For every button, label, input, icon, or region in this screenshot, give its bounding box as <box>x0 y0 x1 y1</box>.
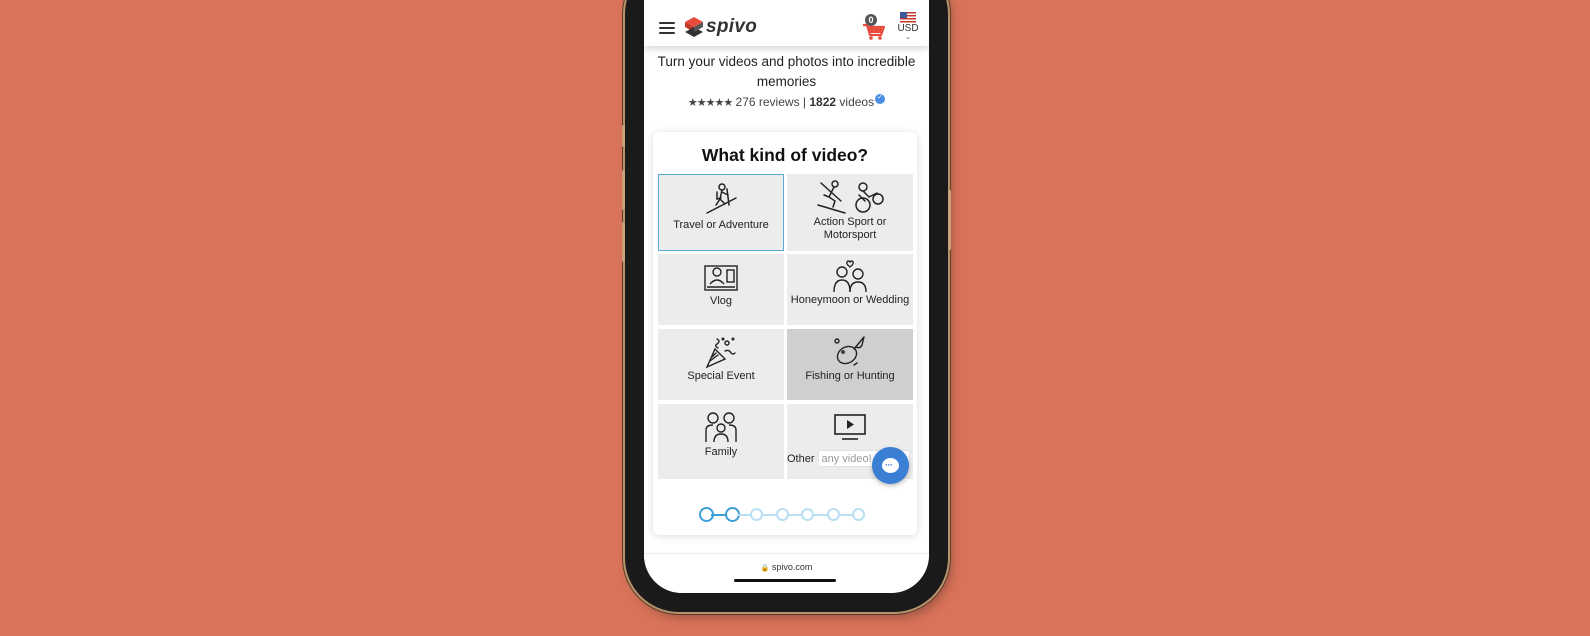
couple-icon <box>833 260 867 293</box>
reviews-count[interactable]: 276 reviews <box>736 95 800 109</box>
hero-tagline: Turn your videos and photos into incredi… <box>657 54 916 89</box>
party-popper-icon <box>705 337 736 369</box>
option-label: Fishing or Hunting <box>805 370 895 382</box>
us-flag-icon <box>900 12 916 23</box>
browser-viewport: spivo 0 USD ⌄ Turn your videos and photo… <box>644 0 929 593</box>
option-fishing-hunting[interactable]: Fishing or Hunting <box>787 329 913 400</box>
lock-icon: 🔒 <box>760 565 770 572</box>
chevron-down-icon: ⌄ <box>905 34 911 41</box>
verified-badge-icon <box>875 93 886 104</box>
option-label: Travel or Adventure <box>673 219 769 231</box>
volume-up-button <box>622 170 625 210</box>
home-indicator[interactable] <box>734 579 836 582</box>
hiker-icon <box>706 183 737 214</box>
option-vlog[interactable]: Vlog <box>658 254 784 325</box>
progress-stepper <box>699 506 869 524</box>
step-connector <box>787 514 802 516</box>
site-header: spivo 0 USD ⌄ <box>644 0 929 46</box>
option-label: Special Event <box>687 370 755 382</box>
option-travel-adventure[interactable]: Travel or Adventure <box>658 174 784 251</box>
browser-bottom-bar: 🔒 spivo.com <box>644 553 929 593</box>
brand-name: spivo <box>706 16 758 37</box>
chat-button[interactable]: ··· <box>872 447 909 484</box>
star-rating-icon: ★★★★★ <box>687 97 733 109</box>
option-label: Honeymoon or Wedding <box>790 294 910 306</box>
url-text: spivo.com <box>771 562 813 572</box>
cart-count-badge: 0 <box>865 14 877 26</box>
step-connector <box>838 514 853 516</box>
rating-summary: ★★★★★ 276 reviews | 1822 videos <box>644 93 929 109</box>
brand-logo[interactable]: spivo <box>685 16 757 38</box>
cart-button[interactable]: 0 <box>862 14 886 40</box>
family-icon <box>705 412 737 443</box>
vlogger-icon <box>704 265 738 291</box>
chat-dots: ··· <box>885 460 893 470</box>
currency-selector[interactable]: USD ⌄ <box>896 12 920 41</box>
separator: | <box>802 95 807 109</box>
url-bar[interactable]: 🔒 spivo.com <box>644 562 929 572</box>
option-honeymoon-wedding[interactable]: Honeymoon or Wedding <box>787 254 913 325</box>
power-button <box>948 190 951 250</box>
hamburger-icon[interactable] <box>659 22 675 34</box>
option-label: Action Sport or Motorsport <box>813 216 887 241</box>
phone-screen: spivo 0 USD ⌄ Turn your videos and photo… <box>644 0 929 593</box>
option-label: Family <box>704 446 738 458</box>
videos-count: 1822 <box>809 95 837 109</box>
mute-switch <box>622 125 625 147</box>
other-label: Other <box>787 452 815 465</box>
spivo-logo-icon <box>685 17 703 37</box>
skier-motorbike-icon <box>817 180 884 214</box>
step-dot-7[interactable] <box>852 508 865 521</box>
option-special-event[interactable]: Special Event <box>658 329 784 400</box>
step-connector <box>736 514 751 516</box>
fish-hook-icon <box>834 336 865 366</box>
option-action-sport-motorsport[interactable]: Action Sport or Motorsport <box>787 174 913 251</box>
card-title: What kind of video? <box>701 145 869 165</box>
option-label: Vlog <box>709 295 733 307</box>
volume-down-button <box>622 222 625 262</box>
monitor-play-icon <box>834 414 866 440</box>
videos-label: videos <box>839 95 875 109</box>
step-connector <box>813 514 828 516</box>
option-family[interactable]: Family <box>658 404 784 479</box>
phone-frame: spivo 0 USD ⌄ Turn your videos and photo… <box>622 0 951 612</box>
step-connector <box>711 514 726 516</box>
step-connector <box>762 514 777 516</box>
